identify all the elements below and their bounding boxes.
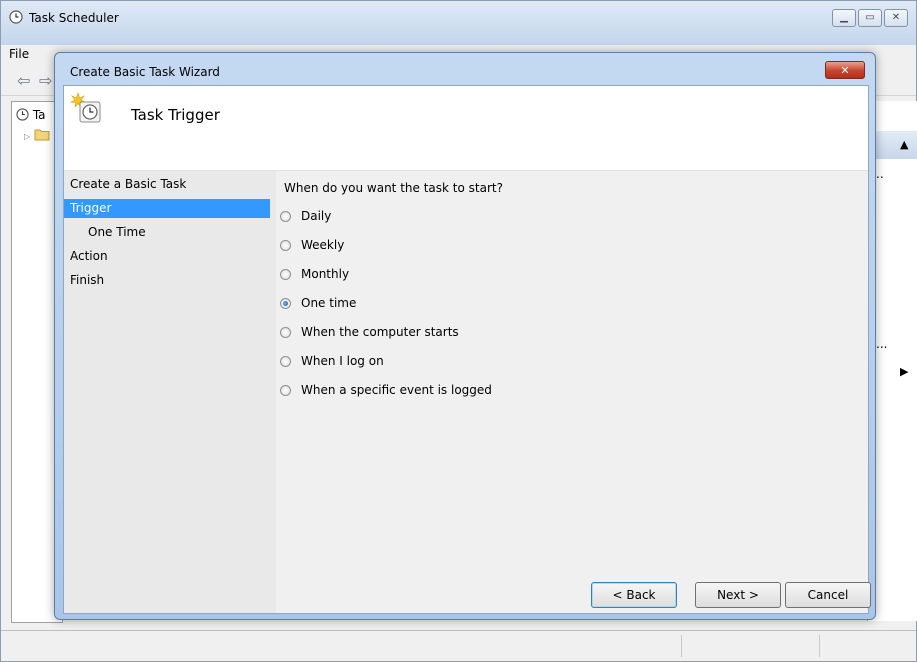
- task-trigger-icon: [70, 92, 101, 123]
- radio-label: When the computer starts: [301, 325, 459, 339]
- trigger-question: When do you want the task to start?: [284, 181, 503, 195]
- radio-label: One time: [301, 296, 357, 310]
- radio-label: Daily: [301, 209, 332, 223]
- radio-button[interactable]: [280, 326, 291, 338]
- radio-button-checked[interactable]: [280, 297, 291, 309]
- status-separator: [819, 635, 820, 657]
- back-arrow-icon[interactable]: ⇦: [17, 71, 30, 90]
- tree-item-root[interactable]: Ta: [16, 108, 46, 122]
- folder-icon: [34, 129, 50, 141]
- step-finish[interactable]: Finish: [64, 271, 270, 290]
- status-separator: [681, 635, 682, 657]
- forward-arrow-icon[interactable]: ⇨: [39, 71, 52, 90]
- collapse-up-icon[interactable]: ▲: [900, 138, 908, 151]
- main-title-bar[interactable]: Task Scheduler ▁ ▭ ✕: [1, 1, 916, 45]
- radio-daily[interactable]: Daily: [280, 207, 331, 225]
- dialog-title: Create Basic Task Wizard: [70, 65, 220, 79]
- cancel-button[interactable]: Cancel: [785, 582, 871, 608]
- tree-item-library[interactable]: ▷: [24, 128, 50, 142]
- dialog-client-area: Task Trigger Create a Basic Task Trigger…: [63, 85, 871, 614]
- radio-label: When I log on: [301, 354, 384, 368]
- radio-button[interactable]: [280, 384, 291, 396]
- maximize-icon: ▭: [865, 12, 875, 23]
- step-trigger[interactable]: Trigger: [64, 199, 270, 218]
- minimize-icon: ▁: [840, 12, 848, 23]
- trigger-content: When do you want the task to start? Dail…: [276, 171, 868, 613]
- radio-monthly[interactable]: Monthly: [280, 265, 349, 283]
- main-window-title: Task Scheduler: [29, 11, 119, 25]
- radio-button[interactable]: [280, 355, 291, 367]
- tree-item-label: Ta: [32, 108, 46, 122]
- radio-button[interactable]: [280, 210, 291, 222]
- clock-icon: [9, 10, 23, 24]
- status-bar: [1, 630, 916, 661]
- radio-button[interactable]: [280, 239, 291, 251]
- radio-label: When a specific event is logged: [301, 383, 492, 397]
- radio-weekly[interactable]: Weekly: [280, 236, 344, 254]
- create-basic-task-wizard: Create Basic Task Wizard ✕ Task Trigger …: [54, 52, 876, 620]
- step-create-basic-task[interactable]: Create a Basic Task: [64, 175, 270, 194]
- wizard-header: Task Trigger: [64, 86, 868, 171]
- submenu-arrow-icon[interactable]: ▶: [900, 365, 908, 378]
- maximize-button[interactable]: ▭: [858, 9, 882, 27]
- radio-log-on[interactable]: When I log on: [280, 352, 384, 370]
- step-one-time[interactable]: One Time: [64, 223, 270, 242]
- radio-event-logged[interactable]: When a specific event is logged: [280, 381, 492, 399]
- action-ellipsis-2[interactable]: ...: [876, 337, 887, 351]
- radio-button[interactable]: [280, 268, 291, 280]
- back-button[interactable]: < Back: [591, 582, 677, 608]
- close-icon: ✕: [891, 12, 901, 23]
- next-button[interactable]: Next >: [695, 582, 781, 608]
- step-action[interactable]: Action: [64, 247, 270, 266]
- close-icon: ✕: [840, 63, 850, 77]
- minimize-button[interactable]: ▁: [832, 9, 856, 27]
- close-button[interactable]: ✕: [884, 9, 908, 27]
- dialog-close-button[interactable]: ✕: [825, 61, 865, 79]
- menu-file[interactable]: File: [9, 47, 29, 61]
- expand-arrow-icon[interactable]: ▷: [24, 132, 30, 141]
- radio-label: Monthly: [301, 267, 350, 281]
- caption-buttons: ▁ ▭ ✕: [832, 9, 908, 27]
- action-ellipsis-1[interactable]: ..: [876, 167, 884, 181]
- radio-computer-starts[interactable]: When the computer starts: [280, 323, 459, 341]
- clock-icon: [16, 108, 29, 121]
- page-title: Task Trigger: [131, 106, 220, 124]
- radio-label: Weekly: [301, 238, 345, 252]
- radio-one-time[interactable]: One time: [280, 294, 356, 312]
- wizard-steps-pane: Create a Basic Task Trigger One Time Act…: [64, 171, 276, 613]
